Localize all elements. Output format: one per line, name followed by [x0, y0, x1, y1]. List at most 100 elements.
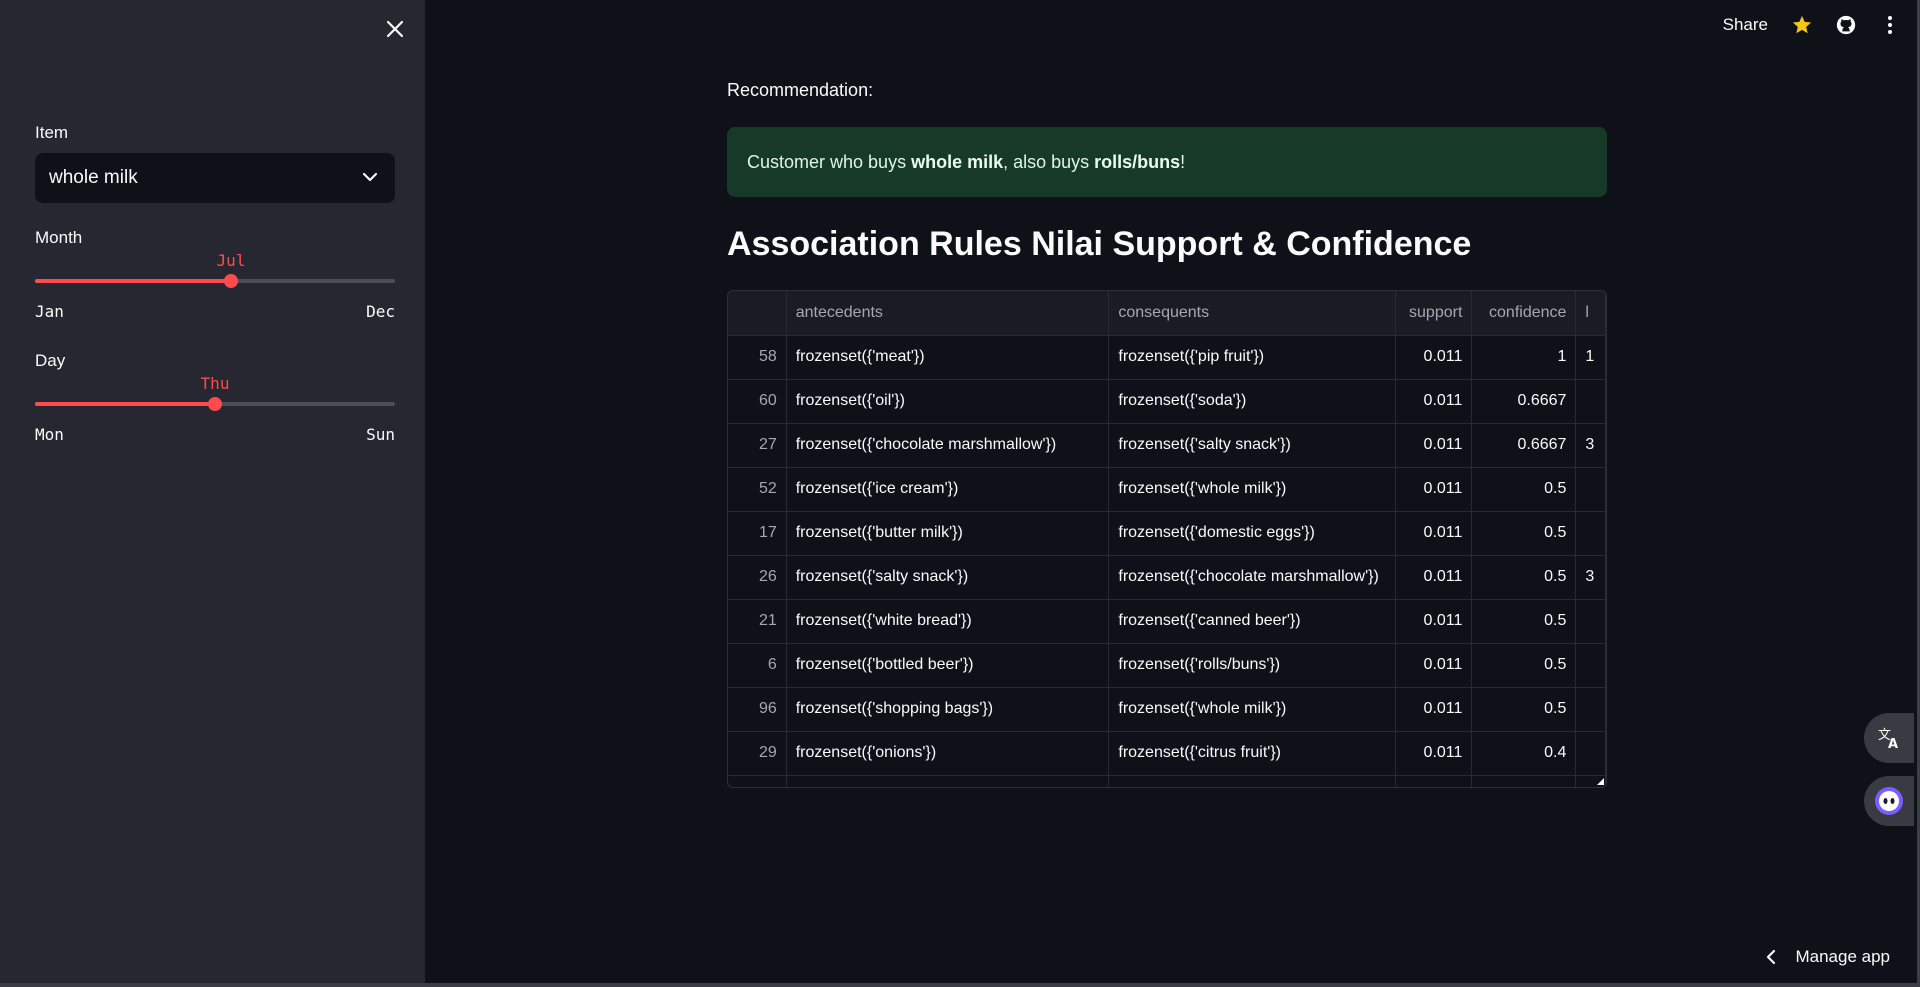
table-cell[interactable]: [1575, 687, 1606, 732]
table-cell[interactable]: 0.011: [1395, 379, 1473, 424]
day-slider-thumb[interactable]: [208, 397, 222, 411]
month-slider-thumb[interactable]: [224, 274, 238, 288]
table-cell[interactable]: 0.5: [1471, 511, 1577, 556]
table-row[interactable]: 26 frozenset({'salty snack'}) frozenset({'…: [728, 555, 1606, 600]
table-cell[interactable]: 0.011: [1395, 643, 1473, 688]
table-cell[interactable]: frozenset({'oil'}): [786, 379, 1110, 424]
table-row[interactable]: 96 frozenset({'shopping bags'}) frozenset(…: [728, 687, 1606, 732]
table-row[interactable]: 17 frozenset({'butter milk'}) frozenset({'…: [728, 511, 1606, 556]
row-index-cell[interactable]: 17: [728, 511, 787, 556]
table-row[interactable]: 29 frozenset({'onions'}) frozenset({'citru…: [728, 731, 1606, 776]
table-cell[interactable]: frozenset({'white bread'}): [786, 599, 1110, 644]
table-cell[interactable]: 0.5: [1471, 467, 1577, 512]
row-index-cell[interactable]: [728, 775, 787, 787]
table-row[interactable]: 27 frozenset({'chocolate marshmallow'}) fr…: [728, 423, 1606, 468]
table-cell[interactable]: frozenset({'whole milk'}): [1108, 687, 1397, 732]
table-cell[interactable]: frozenset({'onions'}): [786, 731, 1110, 776]
table-cell[interactable]: frozenset({'chocolate marshmallow'}): [786, 423, 1110, 468]
table-cell[interactable]: 0.011: [1395, 467, 1473, 512]
table-cell[interactable]: 3: [1575, 555, 1606, 600]
table-cell[interactable]: frozenset({'pip fruit'}): [1108, 335, 1397, 380]
column-header[interactable]: confidence: [1471, 291, 1577, 336]
row-index-cell[interactable]: 29: [728, 731, 787, 776]
table-cell[interactable]: 0.011: [1395, 731, 1473, 776]
share-button[interactable]: Share: [1723, 15, 1768, 35]
column-header[interactable]: consequents: [1108, 291, 1397, 336]
row-index-cell[interactable]: 58: [728, 335, 787, 380]
table-cell[interactable]: frozenset({'salty snack'}): [1108, 423, 1397, 468]
table-cell[interactable]: [1575, 731, 1606, 776]
month-slider[interactable]: Jul: [35, 251, 395, 291]
item-select[interactable]: whole milk: [35, 153, 395, 203]
table-cell[interactable]: frozenset({'...'}): [1108, 775, 1397, 787]
table-row[interactable]: 6 frozenset({'bottled beer'}) frozenset({'…: [728, 643, 1606, 688]
table-row[interactable]: 21 frozenset({'white bread'}) frozenset({'…: [728, 599, 1606, 644]
table-row[interactable]: 60 frozenset({'oil'}) frozenset({'soda'}) 0…: [728, 379, 1606, 424]
table-cell[interactable]: 0.011: [1395, 335, 1473, 380]
close-sidebar-button[interactable]: [380, 14, 410, 44]
chevron-left-icon: [1767, 949, 1776, 965]
assistant-button[interactable]: [1864, 776, 1914, 826]
table-cell[interactable]: [1575, 467, 1606, 512]
row-index-cell[interactable]: 52: [728, 467, 787, 512]
table-cell[interactable]: 0.5: [1471, 687, 1577, 732]
table-cell[interactable]: [1575, 599, 1606, 644]
alert-item: whole milk: [911, 151, 1004, 172]
github-icon[interactable]: [1834, 13, 1858, 37]
table-cell[interactable]: 0.011: [1395, 511, 1473, 556]
table-cell[interactable]: frozenset({'butter milk'}): [786, 511, 1110, 556]
row-index-cell[interactable]: 6: [728, 643, 787, 688]
translate-button[interactable]: 文 A: [1864, 713, 1914, 763]
table-cell[interactable]: frozenset({'shopping bags'}): [786, 687, 1110, 732]
table-cell[interactable]: frozenset({'canned beer'}): [1108, 599, 1397, 644]
table-cell[interactable]: [1575, 379, 1606, 424]
row-index-cell[interactable]: 60: [728, 379, 787, 424]
table-cell[interactable]: 0.011: [1395, 599, 1473, 644]
table-cell[interactable]: [1395, 775, 1473, 787]
table-cell[interactable]: frozenset({'soda'}): [1108, 379, 1397, 424]
table-row[interactable]: frozenset({'...'})frozenset({'...'}): [728, 775, 1606, 787]
row-index-cell[interactable]: 21: [728, 599, 787, 644]
table-cell[interactable]: [1471, 775, 1577, 787]
table-cell[interactable]: 3: [1575, 423, 1606, 468]
table-cell[interactable]: frozenset({'chocolate marshmallow'}): [1108, 555, 1397, 600]
table-cell[interactable]: frozenset({'meat'}): [786, 335, 1110, 380]
star-icon[interactable]: [1790, 13, 1814, 37]
table-row[interactable]: 58 frozenset({'meat'}) frozenset({'pip fru…: [728, 335, 1606, 380]
table-cell[interactable]: [1575, 643, 1606, 688]
column-header[interactable]: l: [1575, 291, 1606, 336]
table-cell[interactable]: frozenset({'salty snack'}): [786, 555, 1110, 600]
table-cell[interactable]: 1: [1575, 335, 1606, 380]
table-cell[interactable]: 0.4: [1471, 731, 1577, 776]
table-row[interactable]: 52 frozenset({'ice cream'}) frozenset({'wh…: [728, 467, 1606, 512]
table-cell[interactable]: frozenset({'bottled beer'}): [786, 643, 1110, 688]
column-header-index[interactable]: [728, 291, 787, 336]
row-index-cell[interactable]: 96: [728, 687, 787, 732]
manage-app-button[interactable]: Manage app: [1765, 947, 1890, 967]
table-cell[interactable]: 0.011: [1395, 555, 1473, 600]
column-header[interactable]: support: [1395, 291, 1473, 336]
column-header[interactable]: antecedents: [786, 291, 1110, 336]
table-cell[interactable]: [1575, 511, 1606, 556]
table-resize-handle[interactable]: [1597, 778, 1604, 785]
table-cell[interactable]: 0.6667: [1471, 423, 1577, 468]
table-cell[interactable]: 0.011: [1395, 687, 1473, 732]
table-cell[interactable]: 1: [1471, 335, 1577, 380]
table-cell[interactable]: frozenset({'domestic eggs'}): [1108, 511, 1397, 556]
rules-table[interactable]: antecedents consequents support confidence l…: [727, 290, 1607, 788]
table-cell[interactable]: frozenset({'ice cream'}): [786, 467, 1110, 512]
more-vert-icon[interactable]: [1878, 13, 1902, 37]
row-index-cell[interactable]: 27: [728, 423, 787, 468]
table-cell[interactable]: 0.5: [1471, 643, 1577, 688]
table-cell[interactable]: frozenset({'rolls/buns'}): [1108, 643, 1397, 688]
table-cell[interactable]: frozenset({'whole milk'}): [1108, 467, 1397, 512]
table-cell[interactable]: 0.5: [1471, 599, 1577, 644]
alert-middle: , also buys: [1003, 151, 1095, 172]
table-cell[interactable]: frozenset({'citrus fruit'}): [1108, 731, 1397, 776]
table-cell[interactable]: 0.011: [1395, 423, 1473, 468]
table-cell[interactable]: 0.6667: [1471, 379, 1577, 424]
row-index-cell[interactable]: 26: [728, 555, 787, 600]
table-cell[interactable]: 0.5: [1471, 555, 1577, 600]
table-cell[interactable]: frozenset({'...'}): [786, 775, 1110, 787]
day-slider[interactable]: Thu: [35, 374, 395, 414]
